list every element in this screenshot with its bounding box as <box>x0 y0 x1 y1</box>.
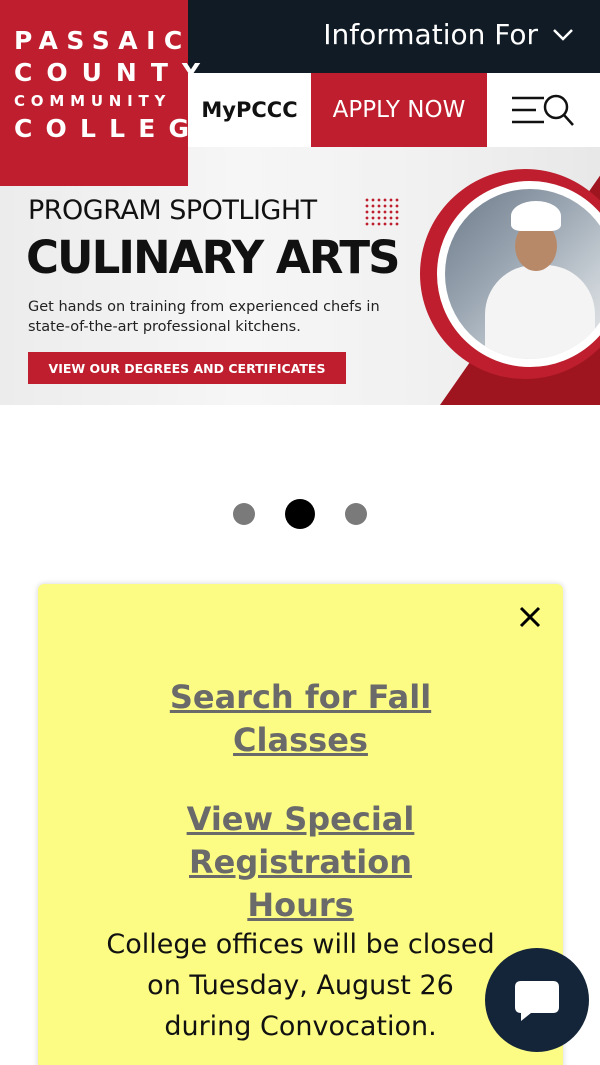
chef-photo-scene <box>445 189 600 359</box>
search-fall-classes-link[interactable]: Search for Fall Classes <box>166 676 436 762</box>
chef-figure <box>485 265 595 359</box>
banner-description: Get hands on training from experienced c… <box>28 299 380 335</box>
close-button[interactable] <box>517 604 543 630</box>
page: Information For PASSAIC COUNTY COMMUNITY… <box>0 0 600 1065</box>
banner-title: CULINARY ARTS <box>26 231 400 284</box>
carousel-pagination <box>0 498 600 530</box>
menu-search-icon <box>511 94 574 126</box>
menu-search-button[interactable] <box>487 73 600 147</box>
college-logo[interactable]: PASSAIC COUNTY COMMUNITY COLLEGE <box>0 0 233 186</box>
chef-hat <box>511 201 561 231</box>
chevron-down-icon <box>553 28 573 41</box>
alert-message: College offices will be closed on Tuesda… <box>38 924 563 1047</box>
carousel-dot-1[interactable] <box>233 503 255 525</box>
apply-now-button[interactable]: APPLY NOW <box>311 73 487 147</box>
chat-bubble-icon <box>515 981 559 1021</box>
banner-eyebrow: PROGRAM SPOTLIGHT <box>28 195 317 226</box>
information-for-dropdown[interactable]: Information For <box>323 18 574 51</box>
alert-popup: Search for Fall Classes View Special Reg… <box>38 584 563 1065</box>
carousel-dot-3[interactable] <box>345 503 367 525</box>
view-degrees-button[interactable]: VIEW OUR DEGREES AND CERTIFICATES <box>28 352 346 384</box>
alert-message-text: College offices will be closed on Tuesda… <box>106 929 495 1042</box>
special-registration-hours-link[interactable]: View Special Registration Hours <box>131 798 471 927</box>
logo-line-4: COLLEGE <box>14 114 233 143</box>
chat-button[interactable] <box>485 948 589 1052</box>
information-for-label: Information For <box>323 18 538 51</box>
carousel-dot-2-active[interactable] <box>285 499 315 529</box>
logo-line-3: COMMUNITY <box>14 92 172 110</box>
logo-line-2: COUNTY <box>14 58 214 87</box>
close-icon <box>519 606 541 628</box>
logo-line-1: PASSAIC <box>14 26 191 55</box>
dot-pattern-decoration <box>364 197 400 227</box>
